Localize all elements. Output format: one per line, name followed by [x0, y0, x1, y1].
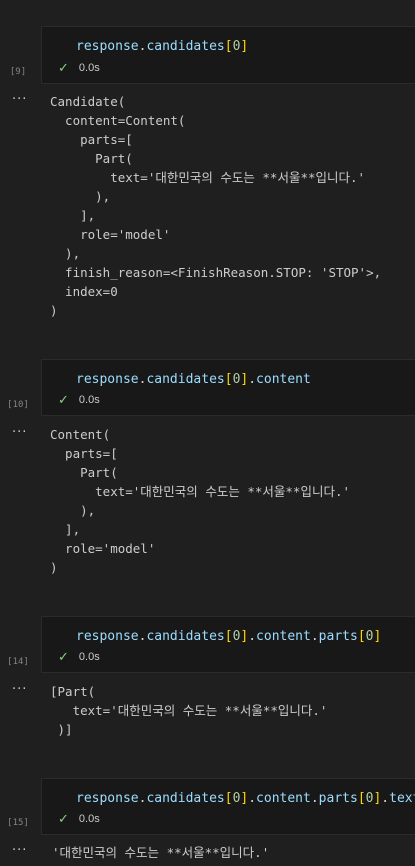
code-token: candidates: [146, 372, 225, 387]
code-cell-input[interactable]: response.candidates[0].content.parts[0].…: [41, 778, 415, 835]
more-icon[interactable]: ···: [12, 425, 27, 440]
code-line[interactable]: response.candidates[0].content: [76, 372, 311, 387]
code-token: [: [224, 629, 233, 644]
code-cell-input[interactable]: response.candidates[0].content ✓ 0.0s: [41, 359, 415, 416]
code-token: .: [248, 372, 257, 387]
code-token: ]: [240, 39, 249, 54]
more-icon[interactable]: ···: [12, 92, 27, 107]
code-token: .: [381, 791, 390, 806]
code-cell-input[interactable]: response.candidates[0].content.parts[0] …: [41, 616, 415, 673]
execution-time: 0.0s: [78, 62, 100, 74]
more-icon[interactable]: ···: [12, 682, 27, 697]
execution-count: [9]: [9, 67, 27, 77]
more-icon[interactable]: ···: [12, 843, 27, 858]
code-token: response: [76, 629, 139, 644]
code-token: candidates: [146, 39, 225, 54]
check-icon: ✓: [58, 392, 69, 407]
code-token: parts: [318, 629, 358, 644]
code-line[interactable]: response.candidates[0].content.parts[0].…: [76, 791, 415, 806]
code-line[interactable]: response.candidates[0]: [76, 39, 248, 54]
code-token: ]: [373, 629, 382, 644]
code-token: response: [76, 372, 139, 387]
code-token: parts: [318, 791, 358, 806]
execution-time: 0.0s: [78, 651, 100, 663]
check-icon: ✓: [58, 649, 69, 664]
code-token: .: [310, 791, 319, 806]
check-icon: ✓: [58, 60, 69, 75]
code-token: content: [256, 372, 311, 387]
code-token: .: [310, 629, 319, 644]
code-token: candidates: [146, 629, 225, 644]
code-line[interactable]: response.candidates[0].content.parts[0]: [76, 629, 381, 644]
code-token: [: [224, 791, 233, 806]
execution-time: 0.0s: [78, 394, 100, 406]
code-token: candidates: [146, 791, 225, 806]
code-token: [: [224, 39, 233, 54]
code-token: text: [389, 791, 415, 806]
execution-time: 0.0s: [78, 813, 100, 825]
execution-status: ✓ 0.0s: [58, 811, 100, 827]
execution-count: [14]: [7, 657, 29, 667]
cell-output: '대한민국의 수도는 **서울**입니다.': [52, 845, 270, 860]
code-token: [: [357, 629, 366, 644]
execution-count: [10]: [7, 400, 29, 410]
code-token: response: [76, 791, 139, 806]
cell-output: Content( parts=[ Part( text='대한민국의 수도는 *…: [50, 427, 351, 575]
code-token: response: [76, 39, 139, 54]
execution-status: ✓ 0.0s: [58, 60, 100, 76]
execution-status: ✓ 0.0s: [58, 392, 100, 408]
check-icon: ✓: [58, 811, 69, 826]
code-cell-input[interactable]: response.candidates[0] ✓ 0.0s: [41, 26, 415, 84]
code-token: .: [248, 629, 257, 644]
execution-status: ✓ 0.0s: [58, 649, 100, 665]
code-token: [: [224, 372, 233, 387]
cell-output: [Part( text='대한민국의 수도는 **서울**입니다.' )]: [50, 684, 328, 737]
code-token: [: [357, 791, 366, 806]
code-token: .: [248, 791, 257, 806]
code-token: content: [256, 791, 311, 806]
cell-output: Candidate( content=Content( parts=[ Part…: [50, 94, 382, 318]
execution-count: [15]: [7, 818, 29, 828]
notebook: response.candidates[0] ✓ 0.0s [9] ··· Ca…: [0, 0, 415, 866]
code-token: content: [256, 629, 311, 644]
